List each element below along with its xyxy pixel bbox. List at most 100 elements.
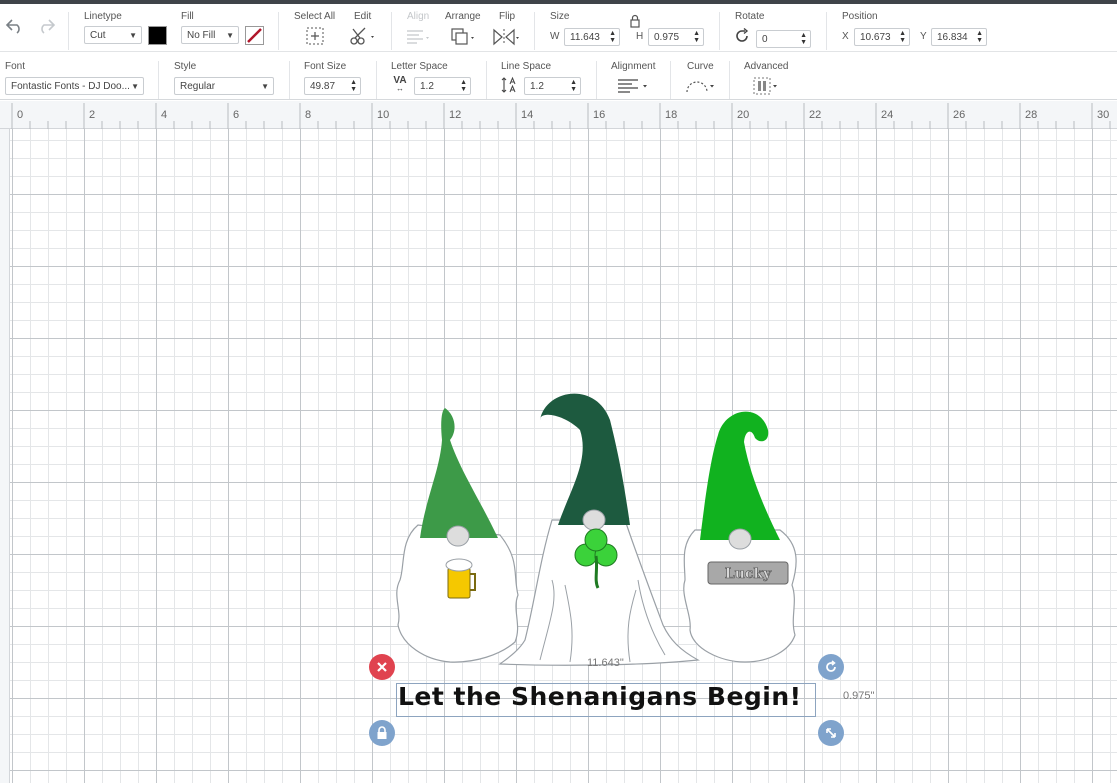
fill-none-swatch[interactable] bbox=[245, 26, 264, 45]
select-all-label: Select All bbox=[294, 11, 336, 22]
height-label: H bbox=[636, 31, 644, 42]
rotate-icon bbox=[736, 28, 749, 42]
selected-text-object[interactable]: Let the Shenanigans Begin! bbox=[398, 682, 802, 711]
x-label: X bbox=[842, 31, 849, 42]
divider bbox=[826, 12, 827, 50]
ruler-number: 16 bbox=[593, 109, 606, 121]
arrange-label: Arrange bbox=[445, 11, 481, 22]
fill-select[interactable]: No Fill ▼ bbox=[181, 26, 239, 44]
ruler-number: 8 bbox=[305, 109, 312, 121]
chevron-down-icon: ▼ bbox=[129, 31, 137, 40]
position-y-value: 16.834 bbox=[937, 32, 968, 43]
gnome-left[interactable] bbox=[396, 408, 519, 663]
font-label: Font bbox=[5, 61, 26, 72]
ruler-number: 10 bbox=[377, 109, 390, 121]
chevron-down-icon: ▼ bbox=[226, 31, 234, 40]
linetype-label: Linetype bbox=[84, 11, 122, 22]
position-x-input[interactable]: 10.673 ▲ ▼ bbox=[854, 28, 910, 46]
ruler-number: 20 bbox=[737, 109, 750, 121]
stepper-icon[interactable]: ▲ ▼ bbox=[899, 30, 906, 44]
text-align-icon[interactable] bbox=[617, 78, 651, 94]
gnome-right[interactable]: Lucky bbox=[683, 411, 797, 663]
position-label: Position bbox=[842, 11, 878, 22]
lock-handle[interactable] bbox=[369, 720, 395, 746]
ruler-number: 6 bbox=[233, 109, 240, 121]
letter-space-value: 1.2 bbox=[420, 81, 434, 92]
font-size-label: Font Size bbox=[304, 61, 347, 72]
stepper-icon[interactable]: ▲ ▼ bbox=[609, 30, 616, 44]
stepper-icon[interactable]: ▲ ▼ bbox=[350, 79, 357, 93]
fill-value: No Fill bbox=[187, 30, 216, 41]
stepper-icon[interactable]: ▲ ▼ bbox=[976, 30, 983, 44]
delete-handle[interactable] bbox=[369, 654, 395, 680]
gnome-middle[interactable] bbox=[498, 393, 700, 666]
linetype-value: Cut bbox=[90, 30, 106, 41]
arrange-icon[interactable] bbox=[450, 27, 478, 47]
stepper-icon[interactable]: ▲ ▼ bbox=[570, 79, 577, 93]
position-y-input[interactable]: 16.834 ▲ ▼ bbox=[931, 28, 987, 46]
divider bbox=[391, 12, 392, 50]
letter-space-label: Letter Space bbox=[391, 61, 448, 72]
undo-icon[interactable] bbox=[5, 18, 25, 34]
font-size-value: 49.87 bbox=[310, 81, 336, 92]
ruler-number: 18 bbox=[665, 109, 678, 121]
lucky-sign-text: Lucky bbox=[725, 566, 772, 582]
divider bbox=[376, 61, 377, 99]
font-select[interactable]: Fontastic Fonts - DJ Doo... ▼ bbox=[5, 77, 144, 95]
letter-space-input[interactable]: 1.2 ▲ ▼ bbox=[414, 77, 471, 95]
vertical-ruler bbox=[0, 129, 10, 783]
gnomes-artwork[interactable]: Lucky bbox=[380, 380, 820, 680]
linetype-select[interactable]: Cut ▼ bbox=[84, 26, 142, 44]
style-label: Style bbox=[174, 61, 197, 72]
fill-label: Fill bbox=[181, 11, 194, 22]
redo-icon[interactable] bbox=[36, 18, 56, 34]
edit-scissors-icon[interactable] bbox=[349, 26, 377, 46]
height-input[interactable]: 0.975 ▲ ▼ bbox=[648, 28, 704, 46]
line-space-input[interactable]: 1.2 ▲ ▼ bbox=[524, 77, 581, 95]
lock-icon bbox=[377, 726, 387, 739]
line-space-icon bbox=[501, 76, 516, 93]
style-select[interactable]: Regular ▼ bbox=[174, 77, 274, 95]
stepper-icon[interactable]: ▲ ▼ bbox=[460, 79, 467, 93]
divider bbox=[158, 61, 159, 99]
font-size-input[interactable]: 49.87 ▲ ▼ bbox=[304, 77, 361, 95]
alignment-label: Alignment bbox=[611, 61, 656, 72]
gnome-right-hat bbox=[700, 411, 780, 540]
width-input[interactable]: 11.643 ▲ ▼ bbox=[564, 28, 620, 46]
gnome-left-hat bbox=[420, 408, 498, 538]
align-icon[interactable] bbox=[405, 28, 433, 46]
chevron-down-icon: ▼ bbox=[261, 82, 269, 91]
stepper-icon[interactable]: ▲ ▼ bbox=[800, 32, 807, 46]
ruler-number: 26 bbox=[953, 109, 966, 121]
divider bbox=[289, 61, 290, 99]
ruler-number: 2 bbox=[89, 109, 96, 121]
divider bbox=[68, 12, 69, 50]
flip-label: Flip bbox=[499, 11, 516, 22]
rotate-input[interactable]: 0 ▲ ▼ bbox=[756, 30, 811, 48]
beer-mug bbox=[447, 567, 471, 599]
ruler-number: 12 bbox=[449, 109, 462, 121]
ruler-number: 24 bbox=[881, 109, 894, 121]
stepper-icon[interactable]: ▲ ▼ bbox=[693, 30, 700, 44]
ruler-number: 14 bbox=[521, 109, 534, 121]
divider bbox=[486, 61, 487, 99]
curve-text-icon[interactable] bbox=[685, 78, 717, 94]
divider bbox=[596, 61, 597, 99]
divider bbox=[670, 61, 671, 99]
width-value: 11.643 bbox=[570, 32, 600, 43]
size-label: Size bbox=[550, 11, 570, 22]
text-toolbar: Font Fontastic Fonts - DJ Doo... ▼ Style… bbox=[0, 53, 1117, 100]
rotate-handle[interactable] bbox=[818, 654, 844, 680]
resize-handle[interactable] bbox=[818, 720, 844, 746]
select-all-icon[interactable] bbox=[305, 26, 325, 46]
gnome-middle-hat bbox=[540, 393, 630, 525]
y-label: Y bbox=[920, 31, 927, 42]
linetype-color-swatch[interactable] bbox=[148, 26, 167, 45]
flip-icon[interactable] bbox=[492, 27, 522, 47]
edit-label: Edit bbox=[354, 11, 372, 22]
rotate-value: 0 bbox=[762, 34, 768, 45]
align-label: Align bbox=[407, 11, 430, 22]
ruler-number: 28 bbox=[1025, 109, 1038, 121]
lock-aspect-icon[interactable] bbox=[629, 14, 641, 28]
advanced-icon[interactable] bbox=[753, 77, 781, 95]
